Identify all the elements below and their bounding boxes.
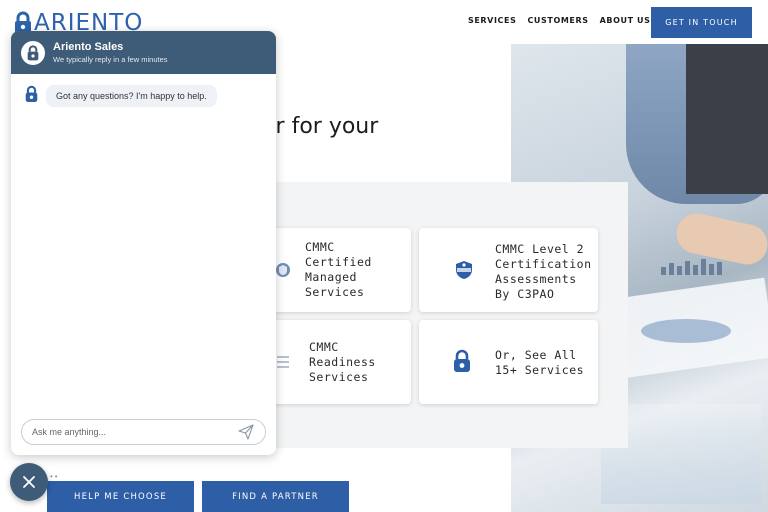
- service-label: CMMC Certified Managed Services: [305, 240, 372, 299]
- service-label: CMMC Level 2 Certification Assessments B…: [495, 242, 592, 301]
- chat-bubble: Got any questions? I'm happy to help.: [46, 85, 217, 107]
- carousel-dots: ••: [50, 472, 60, 481]
- checklist-icon: [277, 356, 289, 368]
- get-in-touch-button[interactable]: GET IN TOUCH: [651, 7, 752, 38]
- service-card-assessments[interactable]: CMMC Level 2 Certification Assessments B…: [419, 228, 598, 312]
- help-me-choose-button[interactable]: HELP ME CHOOSE: [47, 481, 194, 512]
- send-icon[interactable]: [238, 424, 254, 440]
- lock-icon: [454, 349, 470, 372]
- lock-icon: [27, 44, 39, 60]
- service-card-readiness[interactable]: CMMC Readiness Services: [266, 320, 411, 404]
- nav-about-us[interactable]: ABOUT US: [600, 16, 651, 25]
- chat-input[interactable]: [21, 419, 266, 445]
- chat-widget: Ariento Sales We typically reply in a fe…: [11, 31, 276, 455]
- nav-customers[interactable]: CUSTOMERS: [527, 16, 588, 25]
- service-card-managed[interactable]: CMMC Certified Managed Services: [266, 228, 411, 312]
- chat-avatar: [21, 40, 45, 65]
- main-nav: SERVICES CUSTOMERS ABOUT US: [468, 16, 650, 25]
- hero-heading: er for your: [262, 114, 379, 139]
- lock-icon: [25, 85, 38, 102]
- chat-subtitle: We typically reply in a few minutes: [53, 55, 168, 64]
- close-icon: [23, 476, 35, 488]
- chat-message: Got any questions? I'm happy to help.: [25, 85, 217, 107]
- find-a-partner-button[interactable]: FIND A PARTNER: [202, 481, 349, 512]
- photo-person-vest: [686, 44, 768, 194]
- chat-header: Ariento Sales We typically reply in a fe…: [11, 31, 276, 74]
- chat-title: Ariento Sales: [53, 41, 124, 53]
- nav-services[interactable]: SERVICES: [468, 16, 516, 25]
- shield-badge-icon: [276, 263, 290, 277]
- service-card-see-all[interactable]: Or, See All 15+ Services: [419, 320, 598, 404]
- cyberab-seal-icon: [456, 261, 472, 279]
- service-label: Or, See All 15+ Services: [495, 348, 585, 377]
- chat-close-button[interactable]: [10, 463, 48, 501]
- photo-pie-chart: [641, 319, 731, 343]
- photo-bar-chart: [661, 259, 722, 275]
- service-label: CMMC Readiness Services: [309, 340, 376, 384]
- services-panel: CMMC Certified Managed Services CMMC Lev…: [262, 182, 628, 448]
